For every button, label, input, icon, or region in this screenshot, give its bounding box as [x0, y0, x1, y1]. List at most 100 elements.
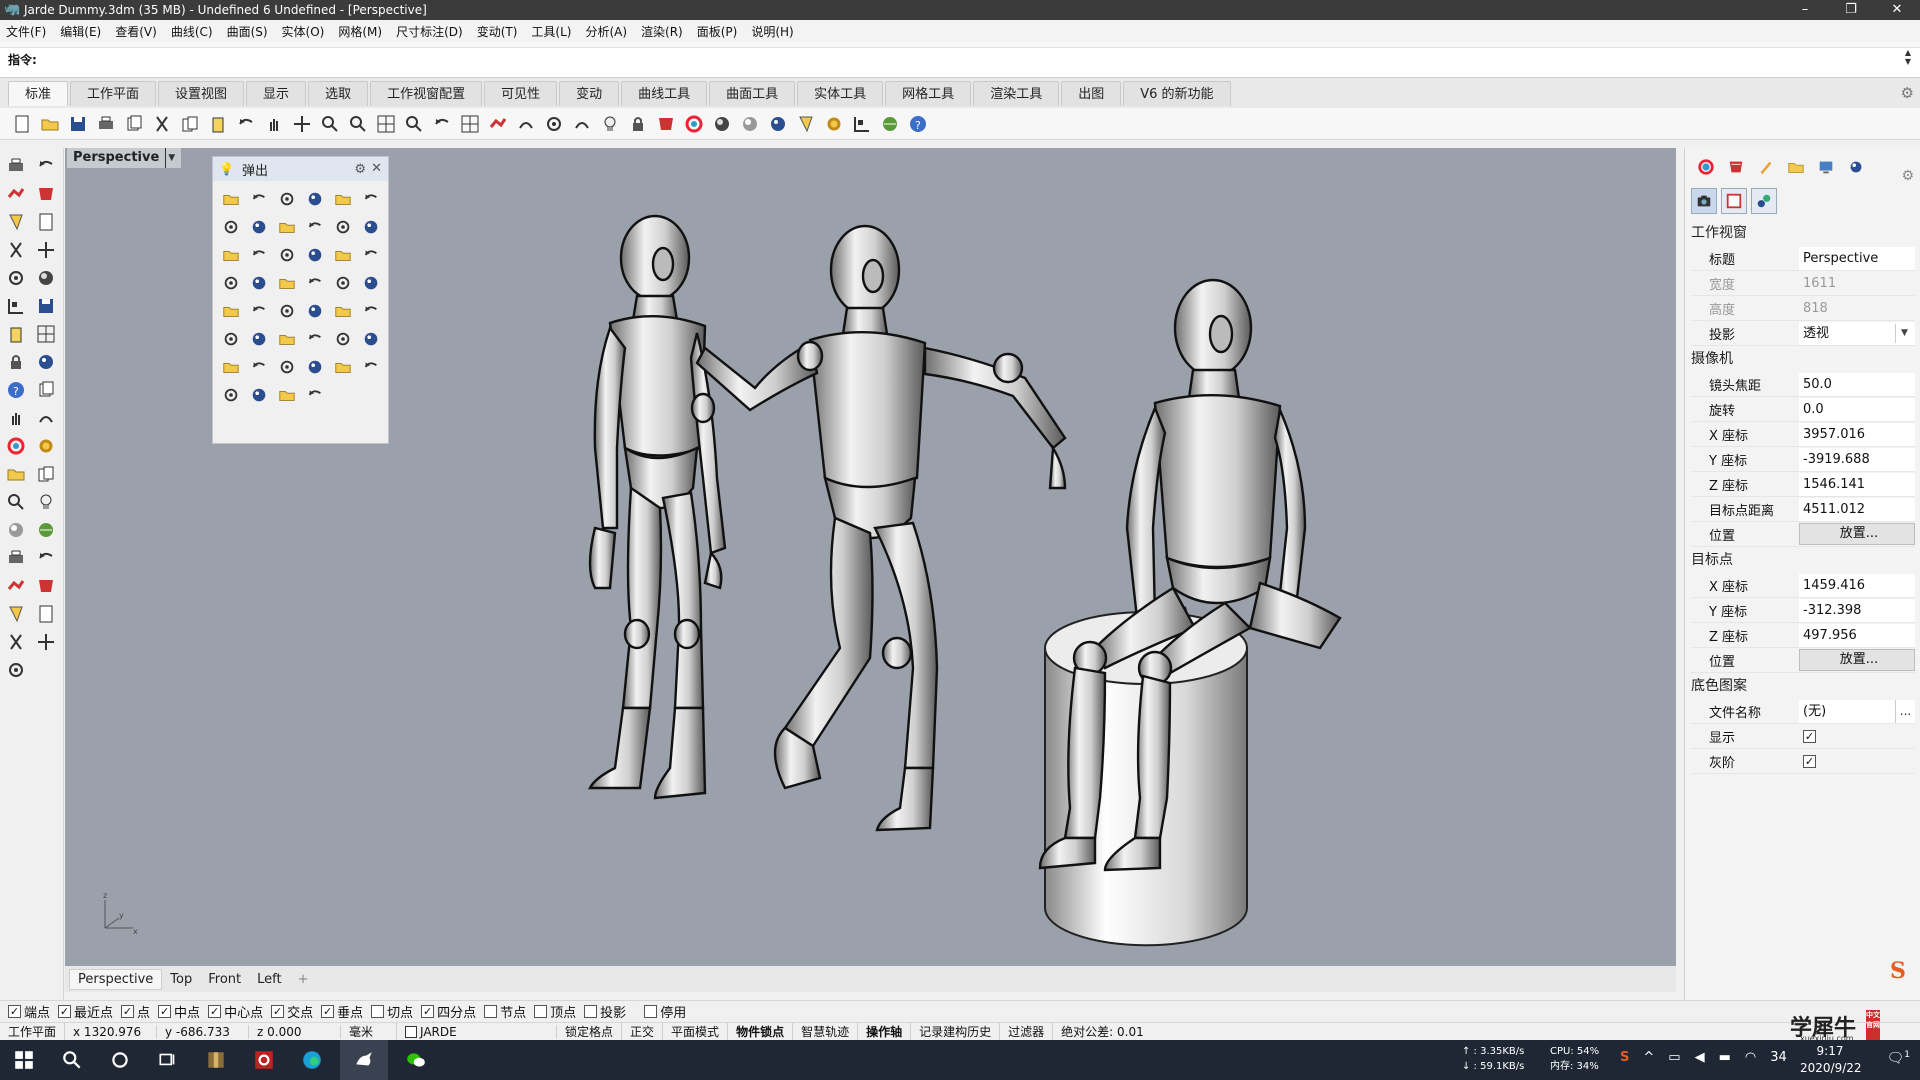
- toolbar-tab-7[interactable]: 变动: [559, 81, 620, 106]
- osnap-11[interactable]: 投影: [584, 1002, 626, 1021]
- menu-item-10[interactable]: 分析(A): [585, 23, 627, 40]
- point-tool-icon[interactable]: [34, 154, 58, 178]
- osnap-4[interactable]: ✓ 中心点: [208, 1002, 263, 1021]
- toolbar-tab-2[interactable]: 设置视图: [158, 81, 245, 106]
- osnap-checkbox-1[interactable]: ✓: [58, 1005, 72, 1018]
- menu-item-8[interactable]: 变动(T): [477, 23, 518, 40]
- import-icon[interactable]: [122, 112, 146, 136]
- panel-tab-folder-icon[interactable]: [1781, 156, 1811, 178]
- popup-tool-29-icon[interactable]: [359, 299, 383, 323]
- osnap-5[interactable]: ✓ 交点: [271, 1002, 313, 1021]
- target-prop-value-1[interactable]: -312.398: [1799, 598, 1915, 622]
- select-icon[interactable]: [794, 112, 818, 136]
- osnap-checkbox-6[interactable]: ✓: [321, 1005, 335, 1018]
- camera-prop-value-5[interactable]: 4511.012: [1799, 497, 1915, 521]
- menu-item-0[interactable]: 文件(F): [6, 23, 46, 40]
- status-gumball[interactable]: 操作轴: [858, 1023, 912, 1040]
- osnap-12[interactable]: 停用: [644, 1002, 686, 1021]
- popup-tool-42-icon[interactable]: [219, 383, 243, 407]
- dimension-tool-icon[interactable]: [34, 406, 58, 430]
- search-icon[interactable]: [48, 1040, 96, 1080]
- camera-place-button[interactable]: 放置...: [1799, 523, 1915, 545]
- rotate-view-icon[interactable]: [430, 112, 454, 136]
- popup-tool-37-icon[interactable]: [247, 355, 271, 379]
- curve-cp-icon[interactable]: [34, 182, 58, 206]
- new-file-icon[interactable]: [10, 112, 34, 136]
- popup-tool-43-icon[interactable]: [247, 383, 271, 407]
- popup-tool-8-icon[interactable]: [275, 215, 299, 239]
- viewport-tab-top[interactable]: Top: [162, 970, 200, 989]
- menu-item-3[interactable]: 曲线(C): [171, 23, 213, 40]
- solid-box-icon[interactable]: [4, 546, 28, 570]
- camera-prop-value-2[interactable]: 3957.016: [1799, 422, 1915, 446]
- toolbar-settings-gear-icon[interactable]: ⚙: [1901, 84, 1914, 102]
- popup-tool-45-icon[interactable]: [303, 383, 327, 407]
- taskbar-app-archive-icon[interactable]: [192, 1040, 240, 1080]
- wallpaper-show-checkbox[interactable]: ✓: [1803, 729, 1816, 743]
- osnap-checkbox-0[interactable]: ✓: [8, 1005, 21, 1018]
- tray-chevron-up-icon[interactable]: ^: [1643, 1050, 1654, 1065]
- status-planar[interactable]: 平面模式: [663, 1023, 729, 1040]
- windows-start-icon[interactable]: [0, 1040, 48, 1080]
- menu-item-5[interactable]: 实体(O): [282, 23, 325, 40]
- osnap-6[interactable]: ✓ 垂点: [321, 1002, 363, 1021]
- check-icon[interactable]: [34, 602, 58, 626]
- rectangle-icon[interactable]: [34, 238, 58, 262]
- toolbar-tab-3[interactable]: 显示: [246, 81, 307, 106]
- zoom-selected-icon[interactable]: [402, 112, 426, 136]
- popup-tool-11-icon[interactable]: [359, 215, 383, 239]
- toolbar-tab-13[interactable]: 出图: [1061, 81, 1122, 106]
- popup-tool-36-icon[interactable]: [219, 355, 243, 379]
- popup-tool-12-icon[interactable]: [219, 243, 243, 267]
- popup-tool-26-icon[interactable]: [275, 299, 299, 323]
- fillet-icon[interactable]: [4, 462, 28, 486]
- zoom-window-icon[interactable]: [346, 112, 370, 136]
- popup-tool-35-icon[interactable]: [359, 327, 383, 351]
- viewport-tab-left[interactable]: Left: [249, 970, 289, 989]
- camera-prop-value-0[interactable]: 50.0: [1799, 372, 1915, 396]
- subtab-viewport-icon[interactable]: [1721, 188, 1747, 214]
- toolbar-tab-8[interactable]: 曲线工具: [621, 81, 708, 106]
- popup-tool-1-icon[interactable]: [247, 187, 271, 211]
- tray-sogou-icon[interactable]: S: [1620, 1050, 1629, 1065]
- menu-item-6[interactable]: 网格(M): [338, 23, 382, 40]
- popup-tool-6-icon[interactable]: [219, 215, 243, 239]
- ellipse-icon[interactable]: [34, 210, 58, 234]
- render-tool-icon[interactable]: [34, 630, 58, 654]
- surface-corner-icon[interactable]: [4, 294, 28, 318]
- viewport-prop-value-3[interactable]: 透视 ▼: [1799, 321, 1915, 345]
- menu-item-7[interactable]: 尺寸标注(D): [396, 23, 463, 40]
- osnap-checkbox-10[interactable]: [534, 1005, 548, 1018]
- popup-tool-13-icon[interactable]: [247, 243, 271, 267]
- osnap-checkbox-4[interactable]: ✓: [208, 1005, 222, 1018]
- popup-tool-3-icon[interactable]: [303, 187, 327, 211]
- osnap-9[interactable]: 节点: [484, 1002, 526, 1021]
- camera-prop-value-3[interactable]: -3919.688: [1799, 447, 1915, 471]
- osnap-2[interactable]: ✓ 点: [121, 1002, 150, 1021]
- polygon-icon[interactable]: [4, 266, 28, 290]
- panel-tab-lights-icon[interactable]: [1841, 156, 1871, 178]
- command-input[interactable]: [42, 48, 1892, 68]
- scale-icon[interactable]: [34, 490, 58, 514]
- array-icon[interactable]: [4, 518, 28, 542]
- status-cplane[interactable]: 工作平面: [0, 1023, 66, 1040]
- color-wheel-icon[interactable]: [682, 112, 706, 136]
- popup-tool-23-icon[interactable]: [359, 271, 383, 295]
- help-icon[interactable]: ?: [906, 112, 930, 136]
- tray-wifi-icon[interactable]: ◠: [1745, 1050, 1756, 1065]
- osnap-0[interactable]: ✓ 端点: [8, 1002, 50, 1021]
- wallpaper-filename-field[interactable]: (无)...: [1799, 699, 1915, 723]
- camera-prop-value-1[interactable]: 0.0: [1799, 397, 1915, 421]
- notification-icon[interactable]: 🗨1: [1886, 1050, 1910, 1067]
- popup-tool-39-icon[interactable]: [303, 355, 327, 379]
- toolbar-tab-0[interactable]: 标准: [8, 81, 69, 106]
- wallpaper-browse-button[interactable]: ...: [1895, 699, 1915, 723]
- command-scroll-arrows[interactable]: ▲ ▼: [1902, 48, 1914, 68]
- paste-icon[interactable]: [206, 112, 230, 136]
- toolbar-tab-1[interactable]: 工作平面: [70, 81, 157, 106]
- contour-icon[interactable]: [34, 546, 58, 570]
- status-units[interactable]: 毫米: [341, 1023, 398, 1040]
- menu-item-11[interactable]: 渲染(R): [641, 23, 683, 40]
- osnap-3[interactable]: ✓ 中点: [158, 1002, 200, 1021]
- popup-tool-22-icon[interactable]: [331, 271, 355, 295]
